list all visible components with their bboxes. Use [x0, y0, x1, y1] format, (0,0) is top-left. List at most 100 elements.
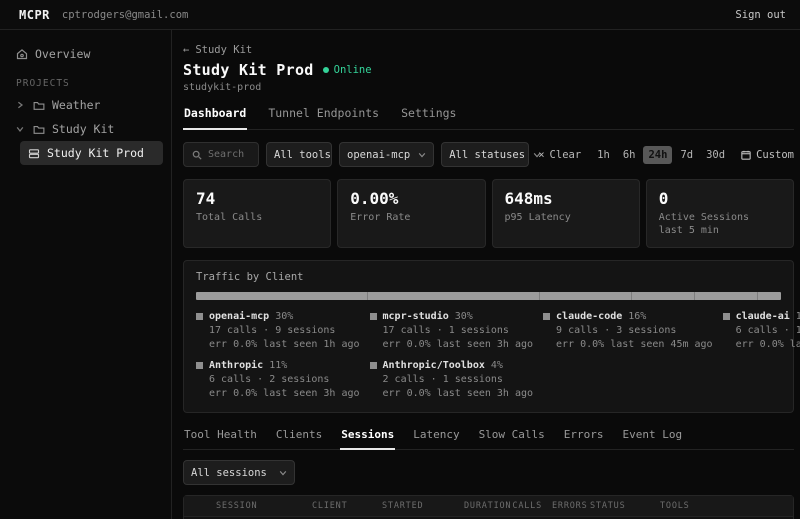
tab-clients[interactable]: Clients: [275, 428, 323, 449]
client-calls: 9 calls · 3 sessions: [556, 325, 713, 336]
legend-item-claude-code: claude-code 16% 9 calls · 3 sessions err…: [543, 311, 713, 350]
session-filter-value: All sessions: [191, 467, 267, 479]
client-percent: 11%: [269, 360, 287, 371]
sidebar: Overview PROJECTS Weather Study Kit: [0, 30, 172, 519]
sidebar-item-overview[interactable]: Overview: [8, 42, 163, 66]
range-6h-button[interactable]: 6h: [618, 146, 641, 164]
client-percent: 30%: [275, 311, 293, 322]
tab-tool-health[interactable]: Tool Health: [183, 428, 258, 449]
col-client: CLIENT: [312, 501, 382, 511]
traffic-by-client-panel: Traffic by Client openai-mcp 30% 17 call…: [183, 260, 794, 413]
client-filter-select[interactable]: openai-mcp: [339, 142, 434, 167]
sidebar-item-study-kit-prod[interactable]: Study Kit Prod: [20, 141, 163, 165]
stat-value: 0.00%: [350, 189, 472, 208]
client-calls: 6 calls · 2 sessions: [209, 374, 360, 385]
legend-item-anthropic-toolbox: Anthropic/Toolbox 4% 2 calls · 1 session…: [370, 360, 534, 399]
arrow-left-icon: ←: [183, 44, 189, 56]
traffic-distribution-bar: [196, 292, 781, 300]
back-link[interactable]: ← Study Kit: [183, 44, 252, 56]
stat-value: 74: [196, 189, 318, 208]
sidebar-item-label: Overview: [35, 47, 90, 61]
chevron-down-icon: [418, 151, 426, 159]
sessions-table: SESSION CLIENT STARTED DURATION CALLS ER…: [183, 495, 794, 519]
client-filter-value: openai-mcp: [347, 149, 410, 161]
stat-value: 648ms: [505, 189, 627, 208]
folder-icon: [33, 100, 45, 111]
folder-icon: [33, 124, 45, 135]
detail-tabs: Tool Health Clients Sessions Latency Slo…: [183, 428, 794, 450]
col-status: STATUS: [590, 501, 660, 511]
stat-card-p95-latency: 648ms p95 Latency: [492, 179, 640, 248]
stat-card-error-rate: 0.00% Error Rate: [337, 179, 485, 248]
client-calls: 2 calls · 1 sessions: [383, 374, 534, 385]
stat-value: 0: [659, 189, 781, 208]
tool-filter-value: All tools: [274, 149, 331, 161]
close-icon: ×: [538, 149, 544, 161]
client-calls: 17 calls · 1 sessions: [383, 325, 534, 336]
client-name: claude-ai: [736, 311, 790, 322]
stat-label: Error Rate: [350, 212, 472, 223]
clear-filters-button[interactable]: × Clear: [538, 149, 581, 161]
legend-swatch-icon: [543, 313, 550, 320]
search-input[interactable]: [208, 149, 250, 160]
tab-slow-calls[interactable]: Slow Calls: [478, 428, 546, 449]
custom-range-button[interactable]: Custom: [741, 149, 794, 161]
sidebar-item-label: Weather: [52, 98, 100, 112]
legend-swatch-icon: [370, 313, 377, 320]
calendar-icon: [741, 150, 751, 160]
status-label: Online: [334, 64, 372, 76]
sign-out-button[interactable]: Sign out: [735, 9, 786, 21]
search-box[interactable]: [183, 142, 259, 167]
tab-sessions[interactable]: Sessions: [340, 428, 395, 450]
deployment-slug: studykit-prod: [183, 82, 794, 93]
tab-event-log[interactable]: Event Log: [622, 428, 684, 449]
tab-tunnel-endpoints[interactable]: Tunnel Endpoints: [267, 106, 380, 129]
tab-errors[interactable]: Errors: [563, 428, 605, 449]
user-email: cptrodgers@gmail.com: [62, 9, 188, 21]
client-percent: 30%: [455, 311, 473, 322]
legend-swatch-icon: [196, 313, 203, 320]
brand-logo: MCPR: [19, 8, 50, 22]
filter-bar: All tools openai-mcp All statuses × Clea…: [183, 142, 794, 167]
range-7d-button[interactable]: 7d: [675, 146, 698, 164]
tab-latency[interactable]: Latency: [412, 428, 460, 449]
col-duration: DURATION: [464, 501, 512, 511]
range-1h-button[interactable]: 1h: [592, 146, 615, 164]
client-name: mcpr-studio: [383, 311, 449, 322]
chevron-down-icon: [279, 469, 287, 477]
range-30d-button[interactable]: 30d: [701, 146, 730, 164]
session-filter-select[interactable]: All sessions: [183, 460, 295, 485]
col-tools: TOOLS: [660, 501, 785, 511]
stat-card-active-sessions: 0 Active Sessions last 5 min: [646, 179, 794, 248]
client-error-info: err 0.0% last seen 1h ago: [209, 339, 360, 350]
home-icon: [16, 48, 28, 60]
client-percent: 11%: [796, 311, 800, 322]
traffic-legend: openai-mcp 30% 17 calls · 9 sessions err…: [196, 311, 781, 399]
projects-section-label: PROJECTS: [8, 66, 163, 93]
server-icon: [28, 148, 40, 159]
tab-settings[interactable]: Settings: [400, 106, 457, 129]
search-icon: [192, 150, 202, 160]
sidebar-item-study-kit[interactable]: Study Kit: [8, 117, 163, 141]
status-filter-select[interactable]: All statuses: [441, 142, 529, 167]
table-header: SESSION CLIENT STARTED DURATION CALLS ER…: [184, 496, 793, 517]
main-tabs: Dashboard Tunnel Endpoints Settings: [183, 106, 794, 130]
main-content: ← Study Kit Study Kit Prod Online studyk…: [172, 30, 800, 519]
top-bar: MCPR cptrodgers@gmail.com Sign out: [0, 0, 800, 30]
page-title: Study Kit Prod: [183, 61, 314, 79]
client-percent: 4%: [491, 360, 503, 371]
col-errors: ERRORS: [552, 501, 590, 511]
tab-dashboard[interactable]: Dashboard: [183, 106, 247, 130]
sidebar-item-weather[interactable]: Weather: [8, 93, 163, 117]
chevron-down-icon[interactable]: [16, 125, 26, 133]
legend-item-anthropic: Anthropic 11% 6 calls · 2 sessions err 0…: [196, 360, 360, 399]
col-calls: CALLS: [512, 501, 552, 511]
range-24h-button[interactable]: 24h: [643, 146, 672, 164]
custom-label: Custom: [756, 149, 794, 161]
legend-swatch-icon: [370, 362, 377, 369]
stat-card-total-calls: 74 Total Calls: [183, 179, 331, 248]
tool-filter-select[interactable]: All tools: [266, 142, 332, 167]
chevron-right-icon[interactable]: [16, 101, 26, 109]
client-error-info: err 0.0% last seen 3h ago: [383, 388, 534, 399]
status-filter-value: All statuses: [449, 149, 525, 161]
